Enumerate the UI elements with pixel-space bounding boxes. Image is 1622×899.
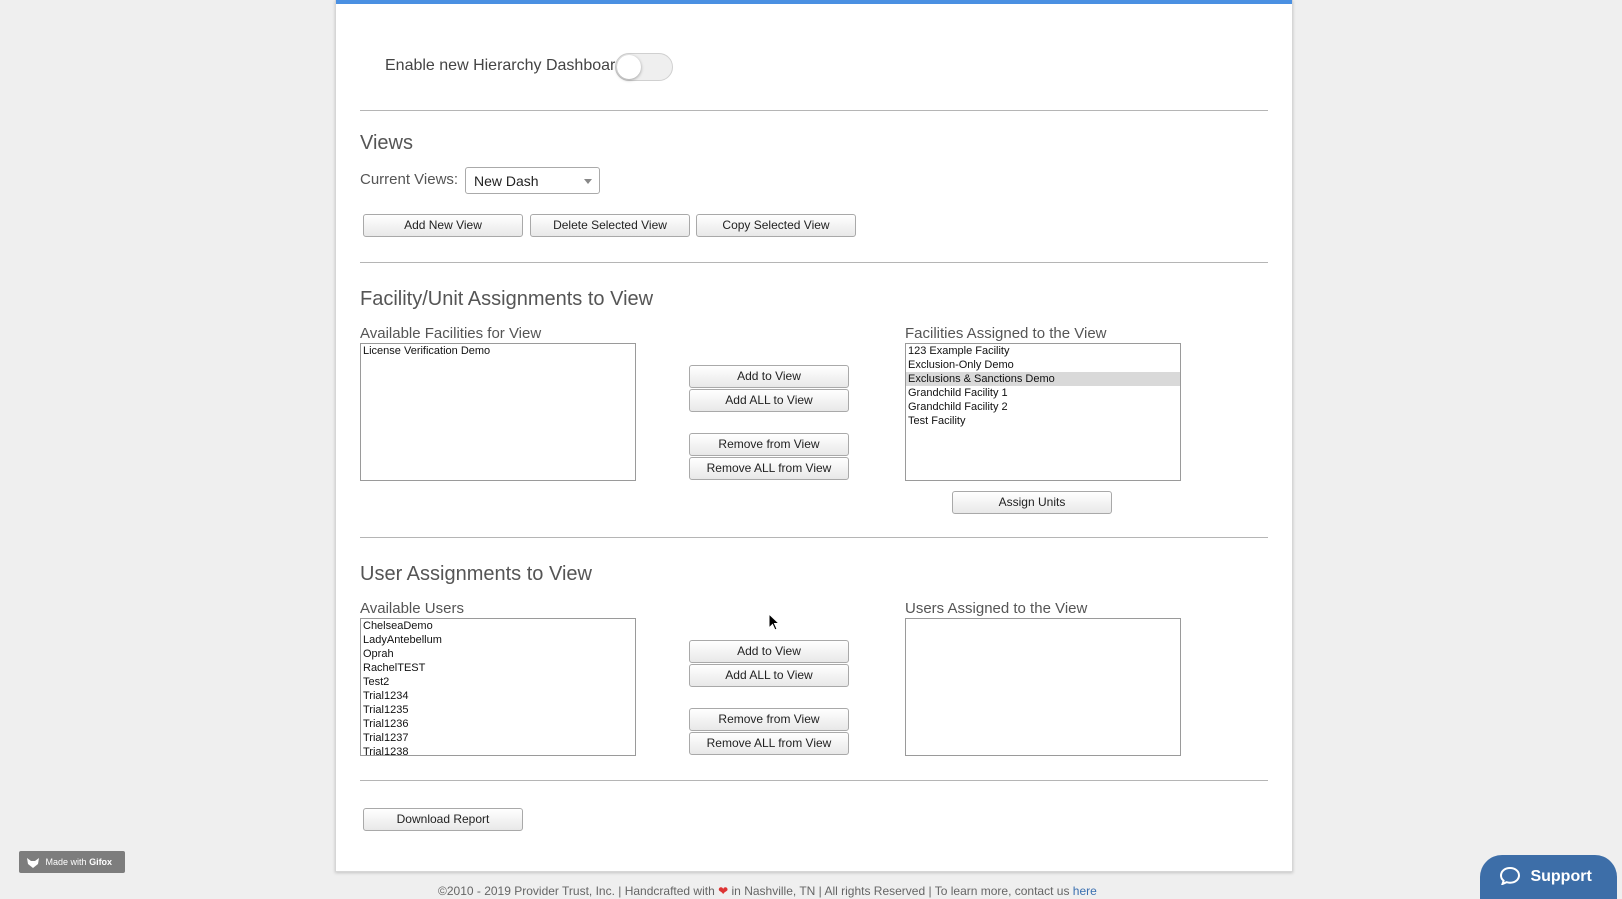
download-report-button[interactable]: Download Report [363,808,523,831]
divider [360,262,1268,263]
hierarchy-dashboard-label: Enable new Hierarchy Dashboard [385,57,625,74]
footer-text-right: in Nashville, TN | All rights Reserved |… [731,884,1070,898]
hierarchy-dashboard-toggle[interactable] [615,53,673,81]
list-item[interactable]: RachelTEST [361,661,635,675]
assigned-facilities-label: Facilities Assigned to the View [905,325,1107,342]
assigned-users-label: Users Assigned to the View [905,600,1088,617]
gifox-brand: Gifox [89,857,113,867]
current-views-label: Current Views: [360,171,459,188]
list-item[interactable]: Trial1234 [361,689,635,703]
page-footer: ©2010 - 2019 Provider Trust, Inc. | Hand… [438,884,1097,898]
support-button[interactable]: Support [1480,855,1617,899]
chat-bubble-icon [1499,866,1521,886]
add-all-users-button[interactable]: Add ALL to View [689,664,849,687]
list-item[interactable]: Oprah [361,647,635,661]
list-item[interactable]: 123 Example Facility [906,344,1180,358]
user-assignments-heading: User Assignments to View [360,563,592,585]
divider [360,780,1268,781]
delete-selected-view-button[interactable]: Delete Selected View [530,214,690,237]
assign-units-button[interactable]: Assign Units [952,491,1112,514]
settings-card: Enable new Hierarchy Dashboard Views Cur… [335,0,1293,872]
list-item[interactable]: Test2 [361,675,635,689]
fox-icon [27,857,39,868]
add-new-view-button[interactable]: Add New View [363,214,523,237]
footer-contact-link[interactable]: here [1073,884,1097,898]
add-all-facilities-button[interactable]: Add ALL to View [689,389,849,412]
remove-all-users-button[interactable]: Remove ALL from View [689,732,849,755]
divider [360,537,1268,538]
list-item[interactable]: Trial1237 [361,731,635,745]
list-item[interactable]: Exclusion-Only Demo [906,358,1180,372]
list-item[interactable]: ChelseaDemo [361,619,635,633]
available-users-list[interactable]: ChelseaDemo LadyAntebellum Oprah RachelTEST… [360,618,636,756]
list-item[interactable]: Trial1238 [361,745,635,755]
list-item[interactable]: Grandchild Facility 2 [906,400,1180,414]
views-heading: Views [360,132,413,154]
list-item[interactable]: Exclusions & Sanctions Demo [906,372,1180,386]
list-item[interactable]: License Verification Demo [361,344,635,358]
list-item[interactable]: LadyAntebellum [361,633,635,647]
add-facility-button[interactable]: Add to View [689,365,849,388]
accent-top-bar [336,0,1292,4]
support-label: Support [1530,868,1592,885]
current-views-select[interactable]: New Dash [465,167,600,194]
divider [360,110,1268,111]
chevron-down-icon [584,179,592,184]
assigned-facilities-list[interactable]: 123 Example Facility Exclusion-Only Demo E… [905,343,1181,481]
assigned-users-list[interactable] [905,618,1181,756]
remove-all-facilities-button[interactable]: Remove ALL from View [689,457,849,480]
toggle-knob [617,55,641,79]
list-item[interactable]: Grandchild Facility 1 [906,386,1180,400]
remove-facility-button[interactable]: Remove from View [689,433,849,456]
gifox-badge[interactable]: Made with Gifox [19,851,125,873]
available-facilities-list[interactable]: License Verification Demo [360,343,636,481]
footer-text-left: ©2010 - 2019 Provider Trust, Inc. | Hand… [438,884,715,898]
mouse-cursor-icon [768,613,780,631]
available-users-label: Available Users [360,600,464,617]
facility-assignments-heading: Facility/Unit Assignments to View [360,288,654,310]
copy-selected-view-button[interactable]: Copy Selected View [696,214,856,237]
list-item[interactable]: Trial1235 [361,703,635,717]
current-views-value: New Dash [474,173,539,189]
gifox-prefix: Made with [45,857,87,867]
list-item[interactable]: Trial1236 [361,717,635,731]
available-facilities-label: Available Facilities for View [360,325,542,342]
remove-user-button[interactable]: Remove from View [689,708,849,731]
heart-icon: ❤ [718,884,729,898]
add-user-button[interactable]: Add to View [689,640,849,663]
list-item[interactable]: Test Facility [906,414,1180,428]
